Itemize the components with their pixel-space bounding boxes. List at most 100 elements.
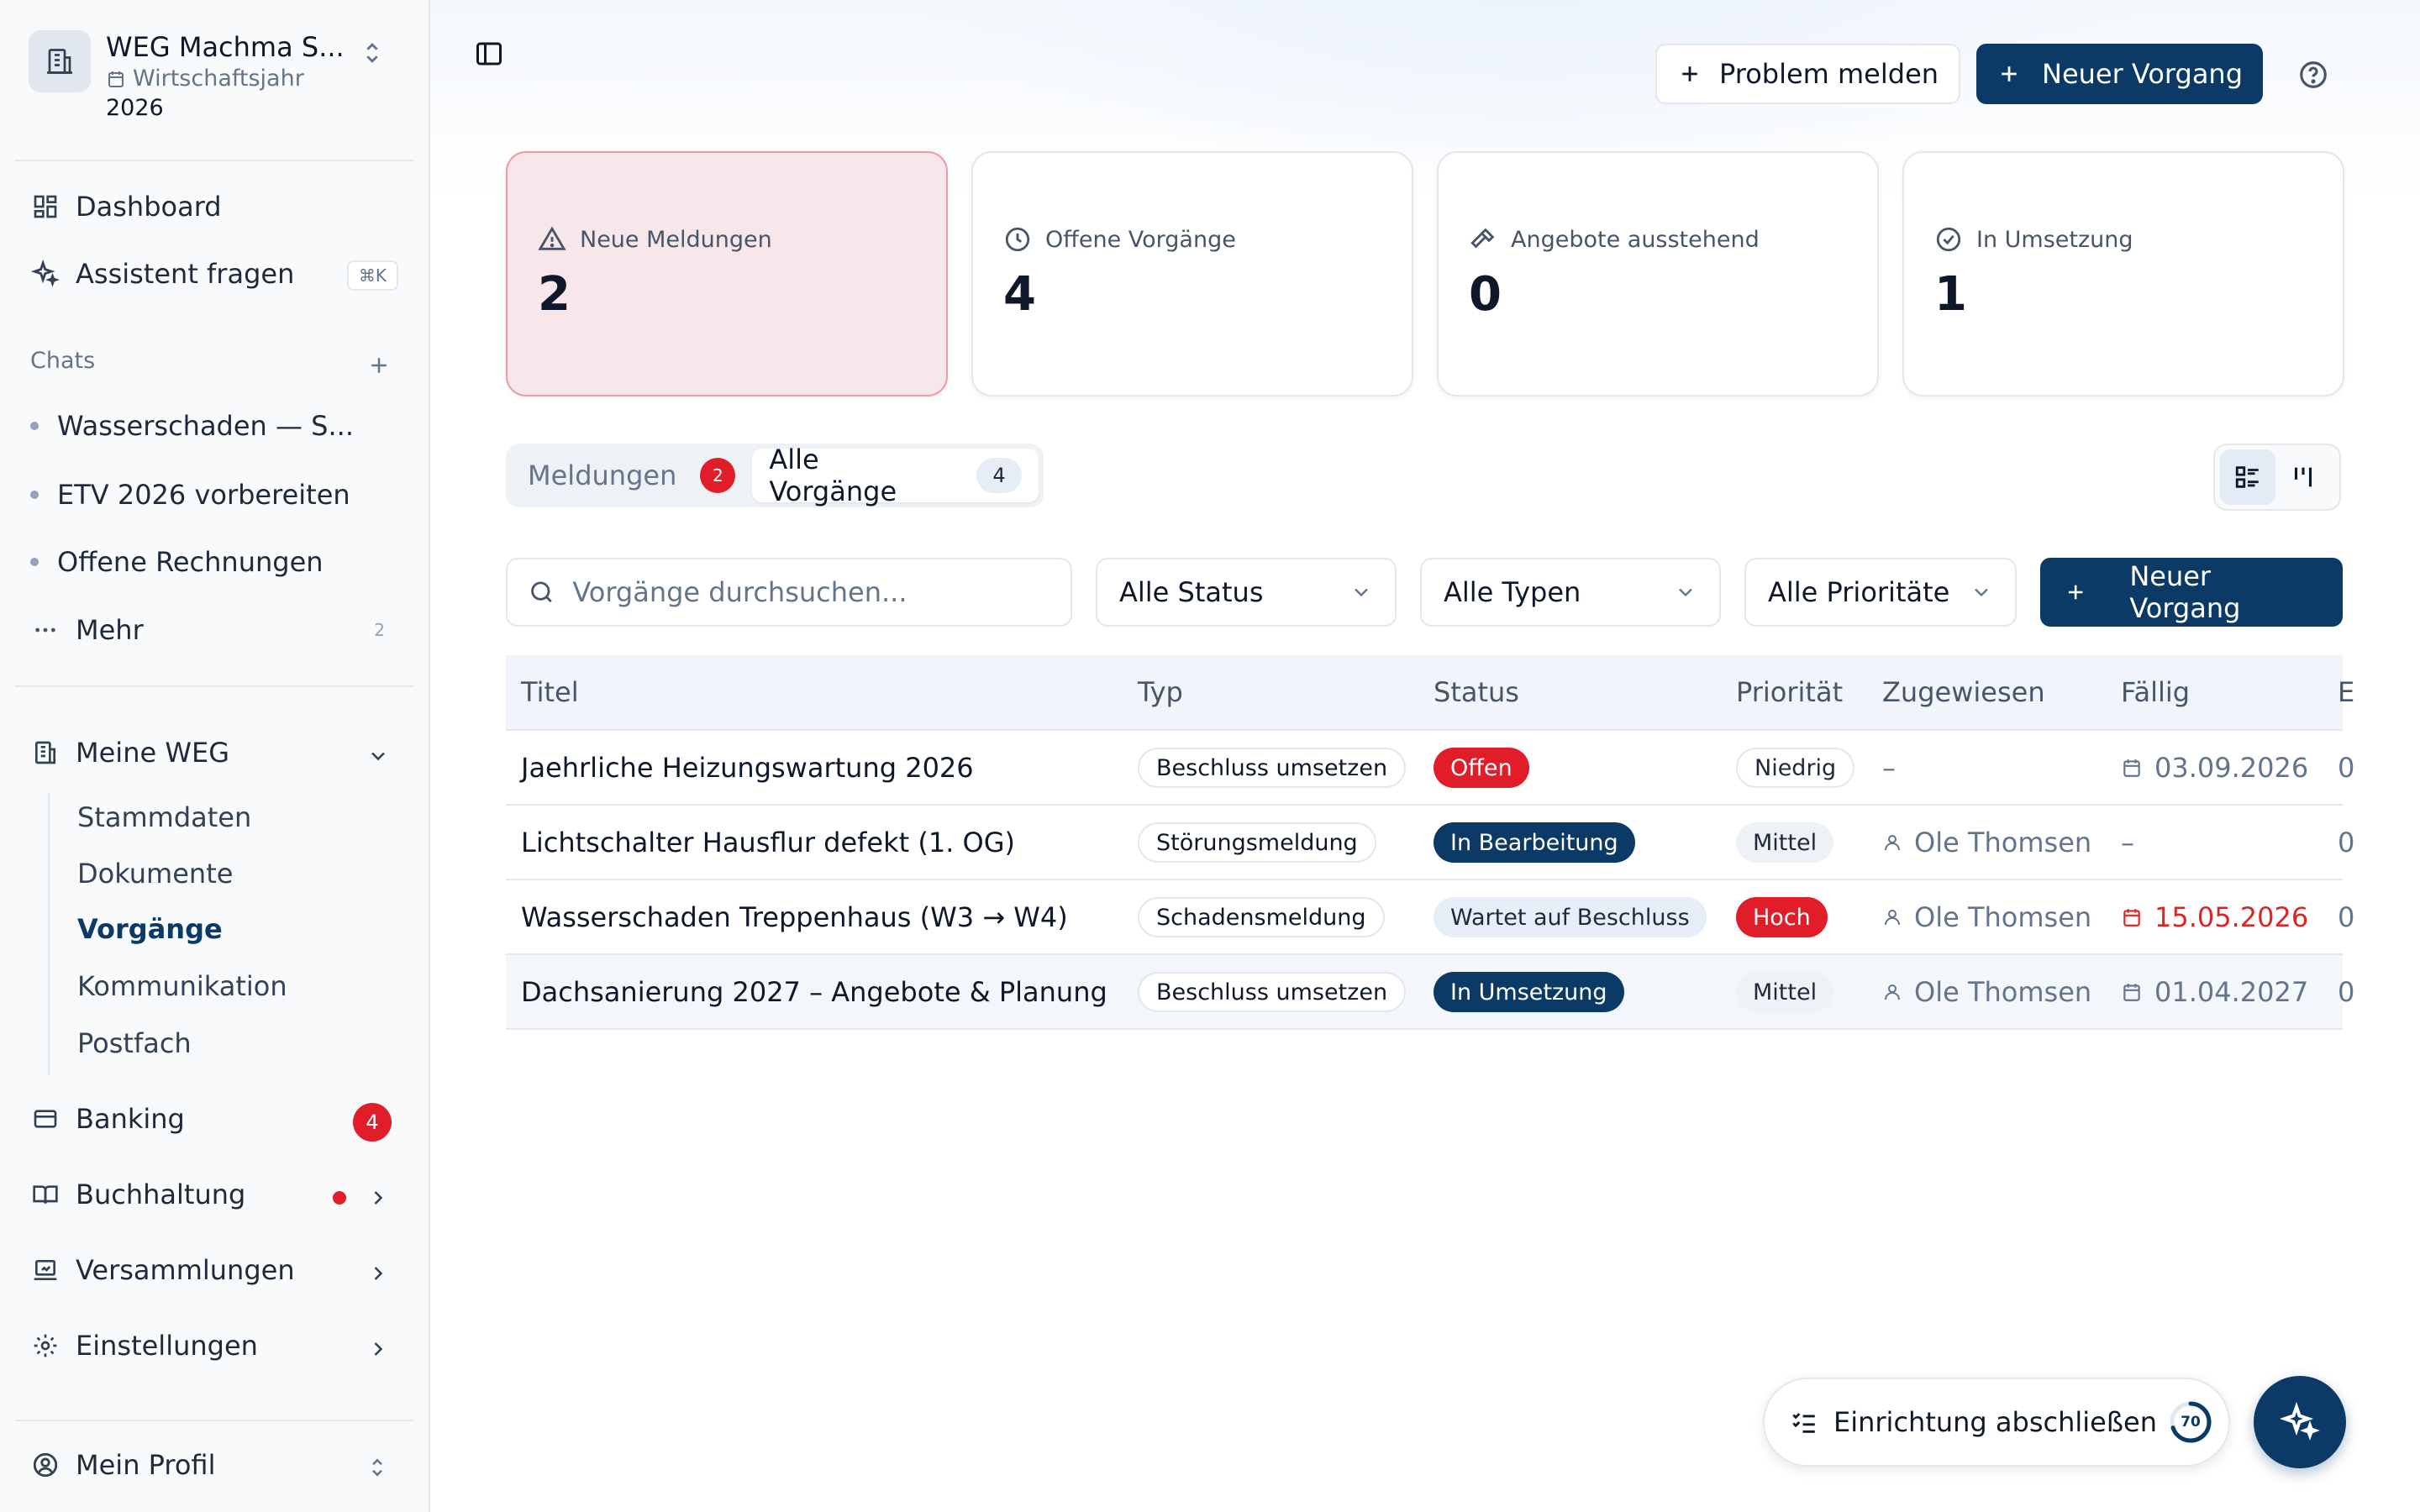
plus-icon xyxy=(1682,66,1697,81)
nav-banking[interactable]: Banking 4 xyxy=(15,1094,415,1144)
sidebar-item-stammdaten[interactable]: Stammdaten xyxy=(77,796,251,838)
priority-filter-value: Alle Prioritäte xyxy=(1768,576,1950,608)
new-case-header-button[interactable]: Neuer Vorgang xyxy=(1976,44,2264,104)
check-circle-icon xyxy=(1936,227,1961,252)
column-header-due[interactable]: Fällig xyxy=(2121,676,2190,708)
view-toggle xyxy=(2213,444,2341,511)
table-header: Titel Typ Status Priorität Zugewiesen Fä… xyxy=(506,655,2354,731)
sidebar-item-postfach[interactable]: Postfach xyxy=(77,1022,192,1064)
column-header-title[interactable]: Titel xyxy=(521,676,579,708)
stat-card-in-progress[interactable]: In Umsetzung 1 xyxy=(1902,151,2344,396)
stat-card-new-reports[interactable]: Neue Meldungen 2 xyxy=(506,151,948,396)
nav-profile-label: Mein Profil xyxy=(76,1449,216,1481)
chat-item[interactable]: Offene Rechnungen xyxy=(30,541,383,583)
tab-alle-count: 4 xyxy=(976,458,1022,493)
sidebar-item-dokumente[interactable]: Dokumente xyxy=(77,853,233,895)
sidebar-item-kommunikation[interactable]: Kommunikation xyxy=(77,965,287,1007)
stat-value: 4 xyxy=(1003,267,1036,322)
column-header-type[interactable]: Typ xyxy=(1138,676,1183,708)
nav-banking-label: Banking xyxy=(76,1103,185,1135)
fiscal-year-value: 2026 xyxy=(106,95,164,121)
nav-einstellungen[interactable]: Einstellungen xyxy=(15,1320,415,1371)
dashboard-icon xyxy=(30,192,60,222)
priority-badge: Niedrig xyxy=(1736,748,1855,788)
table-row[interactable]: Wasserschaden Treppenhaus (W3 → W4) Scha… xyxy=(506,880,2354,955)
calendar-icon xyxy=(2123,984,2140,1001)
setup-progress-ring: 70 xyxy=(2168,1399,2213,1445)
bullet xyxy=(30,558,39,566)
status-badge: Wartet auf Beschluss xyxy=(1434,897,1707,937)
ai-assistant-fab[interactable] xyxy=(2254,1376,2346,1468)
nav-more-label: Mehr xyxy=(76,614,144,646)
tab-meldungen[interactable]: Meldungen 2 xyxy=(511,449,752,502)
chevron-down-icon xyxy=(1975,588,1988,597)
table-row[interactable]: Dachsanierung 2027 – Angebote & Planung … xyxy=(506,955,2354,1030)
nav-assistant[interactable]: Assistent fragen ⌘K xyxy=(15,249,415,299)
sidebar-toggle-icon[interactable] xyxy=(472,37,506,71)
nav-more[interactable]: Mehr 2 xyxy=(15,605,415,655)
case-title: Jaehrliche Heizungswartung 2026 xyxy=(521,752,974,784)
status-filter-value: Alle Status xyxy=(1119,576,1264,608)
sidebar: WEG Machma S... Wirtschaftsjahr 2026 Das… xyxy=(0,0,430,1512)
report-problem-button[interactable]: Problem melden xyxy=(1655,44,1961,104)
sidebar-item-vorgaenge[interactable]: Vorgänge xyxy=(77,908,223,950)
chat-item-label: Offene Rechnungen xyxy=(57,546,324,578)
new-case-button[interactable]: Neuer Vorgang xyxy=(2040,558,2343,627)
column-header-extra[interactable]: E xyxy=(2338,676,2354,708)
warning-icon xyxy=(538,226,566,250)
nav-dashboard[interactable]: Dashboard xyxy=(15,181,415,232)
assignee: Ole Thomsen xyxy=(1914,827,2092,858)
new-case-label: Neuer Vorgang xyxy=(2129,560,2241,624)
divider xyxy=(15,685,413,687)
search-field[interactable] xyxy=(506,558,1072,627)
chats-section-label: Chats xyxy=(30,348,96,374)
stat-card-pending-offers[interactable]: Angebote ausstehend 0 xyxy=(1437,151,1879,396)
nav-versammlungen-label: Versammlungen xyxy=(76,1254,295,1286)
table-row[interactable]: Jaehrliche Heizungswartung 2026 Beschlus… xyxy=(506,731,2354,806)
chat-item[interactable]: ETV 2026 vorbereiten xyxy=(30,474,383,516)
chat-item[interactable]: Wasserschaden — S... xyxy=(30,405,383,447)
organization-name: WEG Machma S... xyxy=(106,31,345,63)
priority-filter-select[interactable]: Alle Prioritäte xyxy=(1744,558,2017,627)
building-icon xyxy=(30,738,60,768)
stat-value: 0 xyxy=(1469,267,1502,322)
stat-value: 2 xyxy=(538,267,571,322)
type-chip: Beschluss umsetzen xyxy=(1138,972,1407,1012)
chevron-up-down-icon[interactable] xyxy=(358,39,387,71)
plus-icon xyxy=(2068,585,2083,600)
organization-switcher[interactable]: WEG Machma S... Wirtschaftsjahr 2026 xyxy=(29,30,402,131)
nav-profile[interactable]: Mein Profil xyxy=(15,1440,415,1490)
stat-card-open-cases[interactable]: Offene Vorgänge 4 xyxy=(971,151,1413,396)
search-input[interactable] xyxy=(572,576,1050,608)
column-header-assigned[interactable]: Zugewiesen xyxy=(1882,676,2045,708)
type-filter-select[interactable]: Alle Typen xyxy=(1420,558,1721,627)
presentation-icon xyxy=(30,1255,60,1285)
type-chip: Schadensmeldung xyxy=(1138,897,1385,937)
list-view-icon[interactable] xyxy=(2220,449,2275,505)
priority-badge: Mittel xyxy=(1736,972,1834,1012)
bullet xyxy=(30,491,39,499)
status-filter-select[interactable]: Alle Status xyxy=(1096,558,1397,627)
fiscal-year-label: Wirtschaftsjahr xyxy=(133,66,304,92)
gear-icon xyxy=(30,1331,60,1361)
status-badge: Offen xyxy=(1434,748,1529,788)
search-icon xyxy=(531,581,552,603)
user-icon xyxy=(1885,910,1900,926)
help-icon[interactable] xyxy=(2297,59,2329,94)
plus-icon xyxy=(2002,66,2017,81)
nav-buchhaltung[interactable]: Buchhaltung xyxy=(15,1169,415,1220)
case-title: Dachsanierung 2027 – Angebote & Planung xyxy=(521,976,1107,1008)
divider xyxy=(15,1420,413,1421)
kanban-view-icon[interactable] xyxy=(2275,449,2331,505)
tab-alle-vorgaenge[interactable]: Alle Vorgänge 4 xyxy=(752,444,1039,507)
assignee: Ole Thomsen xyxy=(1914,976,2092,1008)
status-badge: In Umsetzung xyxy=(1434,972,1624,1012)
table-row[interactable]: Lichtschalter Hausflur defekt (1. OG) St… xyxy=(506,806,2354,880)
finish-setup-button[interactable]: Einrichtung abschließen 70 xyxy=(1763,1378,2230,1467)
calendar-icon xyxy=(108,71,124,87)
nav-versammlungen[interactable]: Versammlungen xyxy=(15,1245,415,1295)
nav-meine-weg[interactable]: Meine WEG xyxy=(15,727,415,778)
new-chat-plus-icon[interactable] xyxy=(366,353,392,381)
column-header-status[interactable]: Status xyxy=(1434,676,1519,708)
column-header-priority[interactable]: Priorität xyxy=(1736,676,1843,708)
